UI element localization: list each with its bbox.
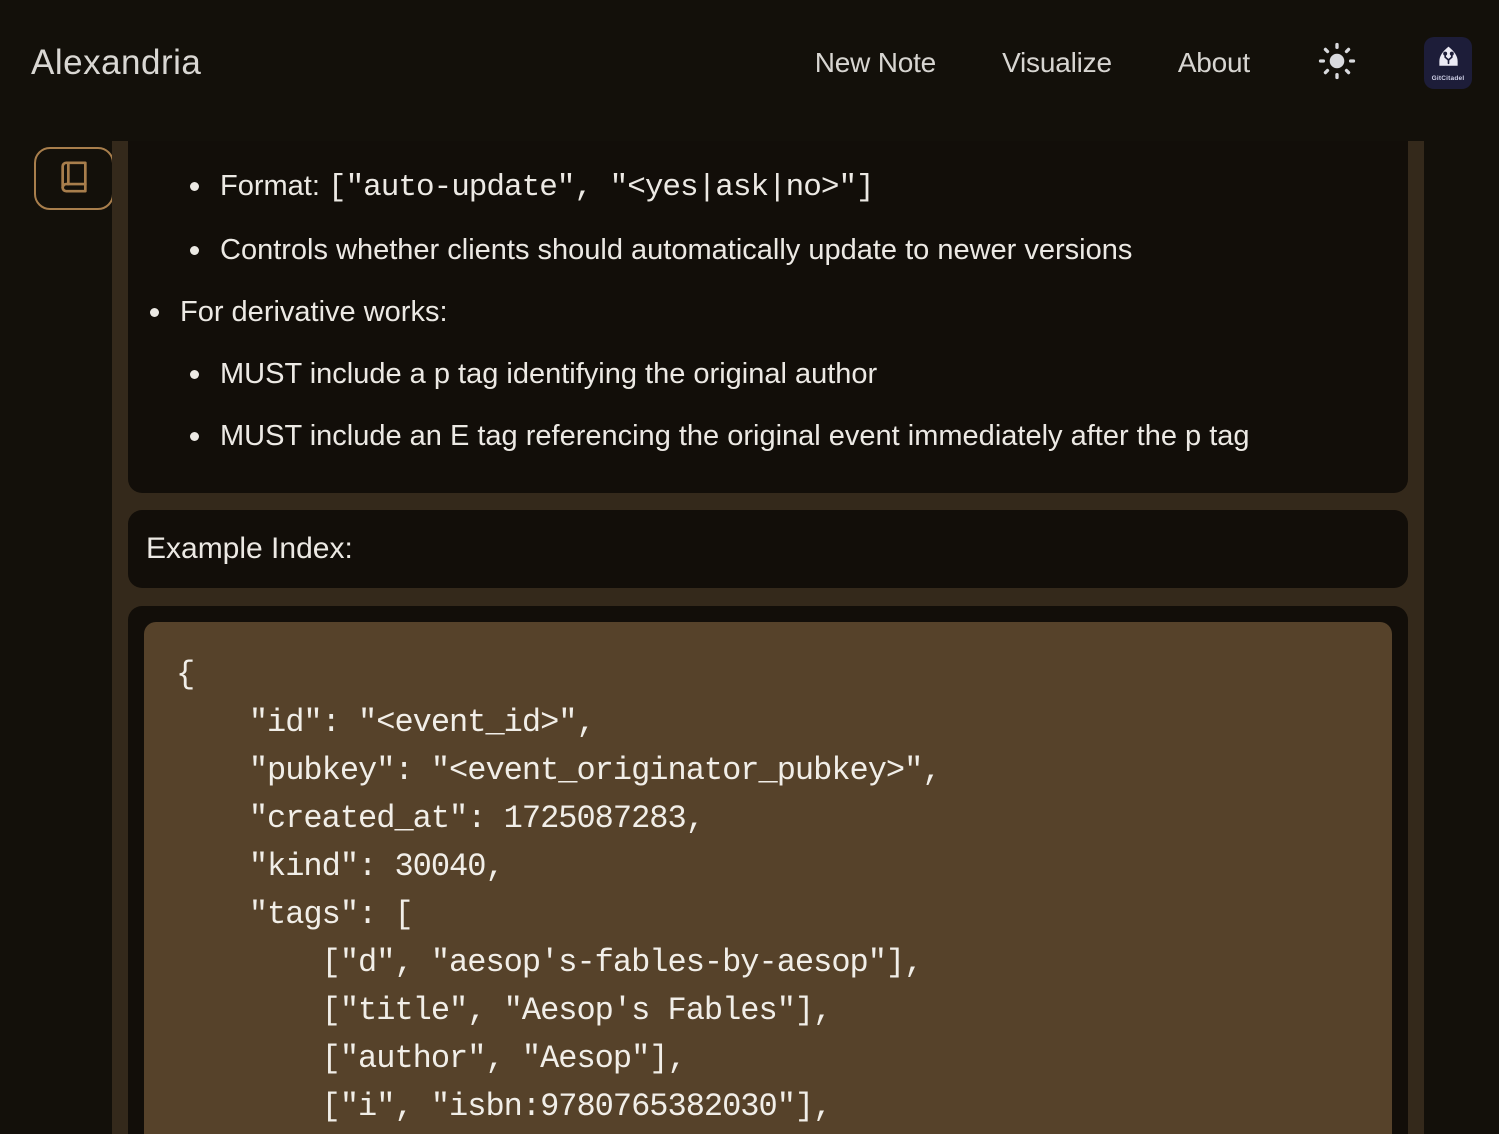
code-section-card: { "id": "<event_id>", "pubkey": "<event_… (128, 606, 1408, 1134)
json-code: { "id": "<event_id>", "pubkey": "<event_… (176, 651, 1360, 1131)
bullet-dot (190, 182, 199, 191)
list-item: Controls whether clients should automati… (190, 230, 1384, 270)
doc-section-card: Format: ["auto-update", "<yes|ask|no>"] … (128, 141, 1408, 493)
list-item-text: Format: ["auto-update", "<yes|ask|no>"] (220, 166, 874, 208)
list-item-text: MUST include an E tag referencing the or… (220, 416, 1250, 456)
left-rail (0, 141, 112, 210)
nav-item-new-note[interactable]: New Note (815, 47, 936, 79)
list-item: MUST include an E tag referencing the or… (190, 416, 1384, 456)
content-panel: Format: ["auto-update", "<yes|ask|no>"] … (112, 141, 1424, 1134)
bullet-dot (190, 432, 199, 441)
example-index-label: Example Index: (146, 532, 353, 566)
example-index-card: Example Index: (128, 510, 1408, 588)
list-item: Format: ["auto-update", "<yes|ask|no>"] (190, 166, 1384, 208)
main-nav: New Note Visualize About (815, 37, 1472, 89)
gitcitadel-logo-caption: GitCitadel (1432, 75, 1465, 82)
bullet-dot (190, 246, 199, 255)
app-title[interactable]: Alexandria (31, 43, 201, 83)
sun-icon (1318, 42, 1356, 83)
list-item: MUST include a p tag identifying the ori… (190, 354, 1384, 394)
book-button[interactable] (34, 147, 114, 210)
list-item-text: Controls whether clients should automati… (220, 230, 1132, 270)
bullet-dot (150, 308, 159, 317)
list-item-text: For derivative works: (180, 292, 448, 332)
theme-toggle-button[interactable] (1316, 42, 1358, 84)
bullet-dot (190, 370, 199, 379)
inline-code: ["auto-update", "<yes|ask|no>"] (328, 170, 874, 205)
book-icon (57, 160, 91, 197)
list-item-text: MUST include a p tag identifying the ori… (220, 354, 877, 394)
nav-item-visualize[interactable]: Visualize (1002, 47, 1112, 79)
list-item: For derivative works: (150, 292, 1384, 332)
gitcitadel-logo[interactable]: GitCitadel (1424, 37, 1472, 89)
app-header: Alexandria New Note Visualize About (0, 0, 1499, 141)
main-area: Format: ["auto-update", "<yes|ask|no>"] … (0, 141, 1499, 1134)
code-block: { "id": "<event_id>", "pubkey": "<event_… (144, 622, 1392, 1134)
nav-item-about[interactable]: About (1178, 47, 1250, 79)
gitcitadel-arch-icon (1435, 44, 1462, 74)
